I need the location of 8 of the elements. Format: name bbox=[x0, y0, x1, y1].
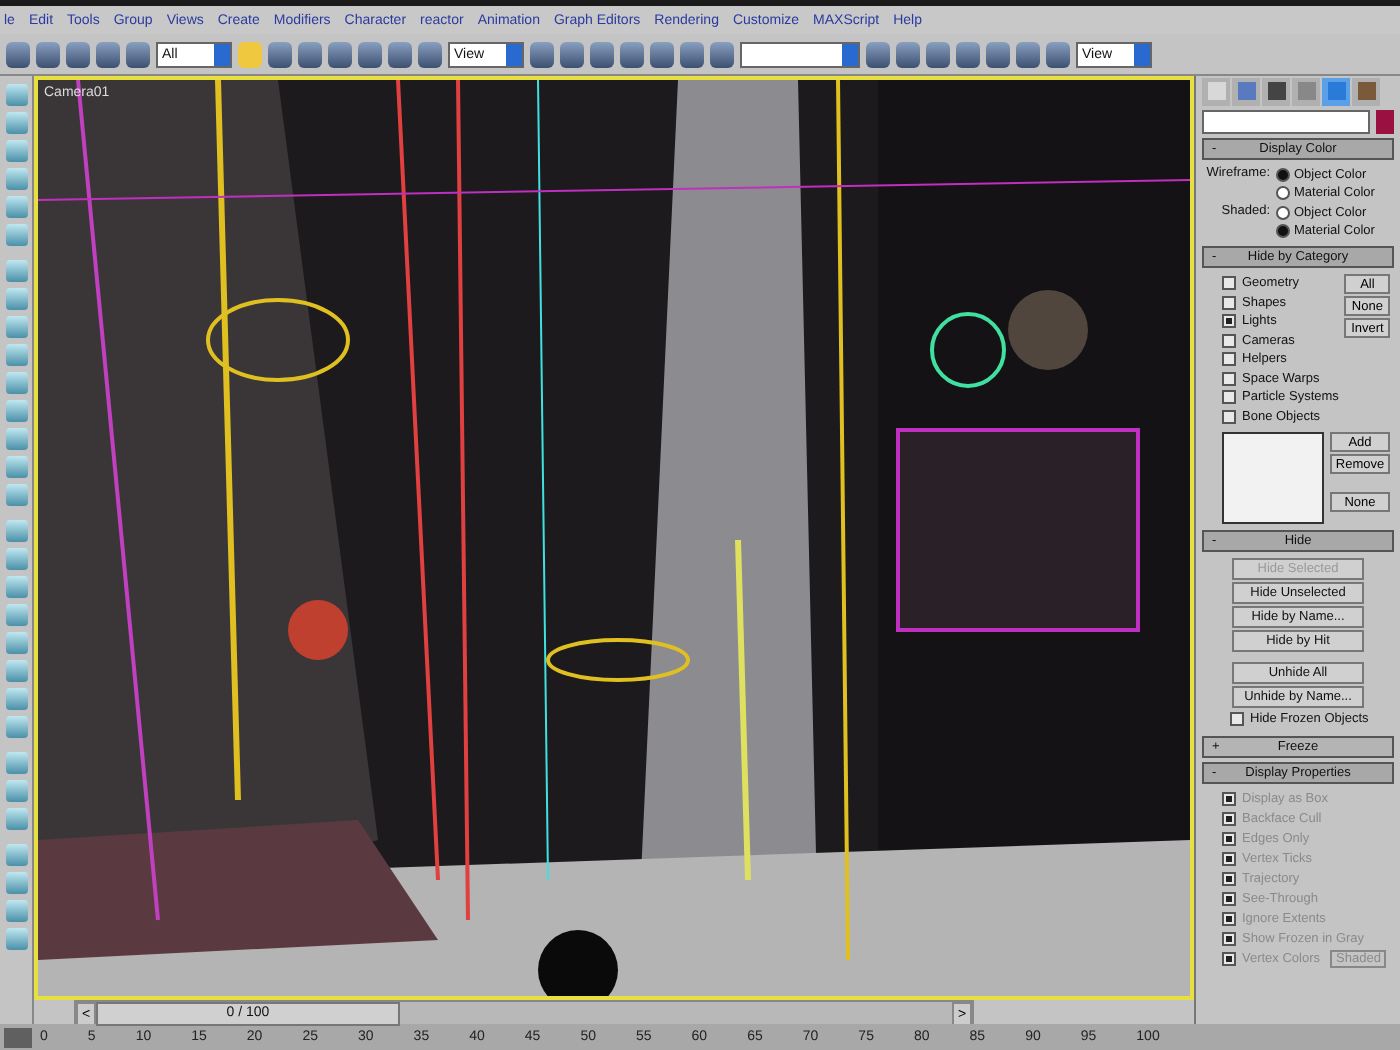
command-panel-tab[interactable] bbox=[1322, 77, 1350, 105]
command-panel-tab[interactable] bbox=[1352, 77, 1380, 105]
object-name-field[interactable] bbox=[1202, 110, 1370, 134]
object-color-swatch[interactable] bbox=[1376, 110, 1394, 134]
command-panel-tab[interactable] bbox=[1232, 77, 1260, 105]
command-panel-tab[interactable] bbox=[1262, 77, 1290, 105]
named-selection-field[interactable] bbox=[740, 41, 860, 67]
category-list-box[interactable] bbox=[1222, 432, 1324, 524]
